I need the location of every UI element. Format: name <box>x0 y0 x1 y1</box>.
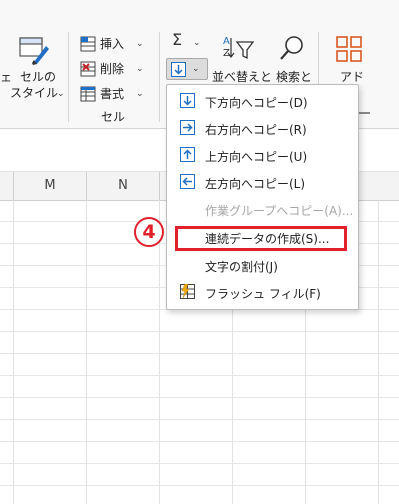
column-header-n[interactable]: N <box>87 172 160 201</box>
menu-item-label: 左方向へコピー(L) <box>205 177 306 191</box>
insert-label: 挿入 <box>100 37 125 51</box>
find-select-button[interactable]: 検索と <box>270 34 314 86</box>
menu-item-label: 上方向へコピー(U) <box>205 150 308 164</box>
menu-item-flash-fill[interactable]: フラッシュ フィル(F) <box>167 279 358 306</box>
menu-item-label: 右方向へコピー(R) <box>205 123 307 137</box>
cell-styles-button[interactable]: セルの スタイル ⌄ <box>8 32 65 102</box>
svg-text:A: A <box>223 36 230 47</box>
grid-line <box>0 331 399 332</box>
column-header-partial[interactable] <box>0 172 14 201</box>
format-button[interactable]: 書式 ⌄ <box>78 84 148 104</box>
delete-chevron-icon: ⌄ <box>136 64 144 74</box>
sort-filter-label: 並べ替えと <box>212 70 273 84</box>
addins-grid-icon <box>336 36 362 62</box>
sort-filter-button[interactable]: A Z 並べ替えと <box>210 34 272 86</box>
search-icon <box>280 36 303 60</box>
cells-group-label: セル <box>101 110 126 124</box>
grid-line <box>0 419 399 420</box>
menu-item-across-worksheets: 作業グループへコピー(A)... <box>167 196 358 223</box>
grid-line <box>86 200 87 504</box>
addins-label: アド <box>340 70 365 84</box>
grid-line <box>0 463 399 464</box>
insert-chevron-icon: ⌄ <box>136 39 144 49</box>
fill-dropdown-menu: 下方向へコピー(D) 右方向へコピー(R) 上方向へコピー(U) 左方向へコピー… <box>166 84 359 310</box>
fill-left-icon <box>180 174 195 189</box>
grid-line <box>13 200 14 504</box>
fill-up-icon <box>180 147 195 162</box>
menu-item-fill-left[interactable]: 左方向へコピー(L) <box>167 169 358 196</box>
flash-fill-icon <box>180 284 195 299</box>
cell-styles-label-2: スタイル <box>10 86 59 100</box>
delete-cells-icon <box>80 61 96 77</box>
sort-filter-icon: A Z <box>223 36 254 60</box>
grid-line <box>0 397 399 398</box>
delete-button[interactable]: 削除 ⌄ <box>78 59 148 79</box>
menu-item-label: 下方向へコピー(D) <box>205 96 308 110</box>
menu-item-fill-right[interactable]: 右方向へコピー(R) <box>167 115 358 142</box>
fill-button[interactable]: ⌄ <box>166 58 208 80</box>
grid-line <box>0 375 399 376</box>
menu-item-fill-down[interactable]: 下方向へコピー(D) <box>167 88 358 115</box>
menu-item-label: 作業グループへコピー(A)... <box>205 204 354 218</box>
highlight-box <box>175 226 347 251</box>
fill-chevron-icon: ⌄ <box>192 64 200 74</box>
fill-down-icon <box>171 62 186 77</box>
grid-line <box>0 353 399 354</box>
menu-item-fill-up[interactable]: 上方向へコピー(U) <box>167 142 358 169</box>
addins-button[interactable]: アド <box>326 34 376 86</box>
format-cells-icon <box>80 86 96 102</box>
cell-styles-chevron-icon: ⌄ <box>57 89 65 99</box>
format-chevron-icon: ⌄ <box>136 89 144 99</box>
menu-item-justify[interactable]: 文字の割付(J) <box>167 252 358 279</box>
cell-styles-icon <box>19 37 49 65</box>
format-label: 書式 <box>100 87 125 101</box>
cell-styles-label-1: セルの <box>20 70 57 84</box>
insert-cells-icon <box>80 36 96 52</box>
fill-down-icon <box>180 93 195 108</box>
menu-item-label: フラッシュ フィル(F) <box>205 287 321 301</box>
delete-label: 削除 <box>100 62 125 76</box>
fill-right-icon <box>180 120 195 135</box>
step-number-badge: 4 <box>134 217 164 247</box>
find-select-label: 検索と <box>276 70 313 84</box>
autosum-button[interactable]: Σ ⌄ <box>168 30 208 53</box>
grid-line <box>0 485 399 486</box>
autosum-icon: Σ <box>172 30 183 49</box>
grid-line <box>378 200 379 504</box>
autosum-chevron-icon: ⌄ <box>193 38 201 48</box>
ribbon-separator <box>159 32 160 122</box>
column-header-m[interactable]: M <box>14 172 87 201</box>
ribbon-separator <box>68 32 69 122</box>
grid-line <box>0 441 399 442</box>
grid-line <box>159 200 160 504</box>
insert-button[interactable]: 挿入 ⌄ <box>78 34 148 54</box>
menu-item-label: 文字の割付(J) <box>205 260 278 274</box>
